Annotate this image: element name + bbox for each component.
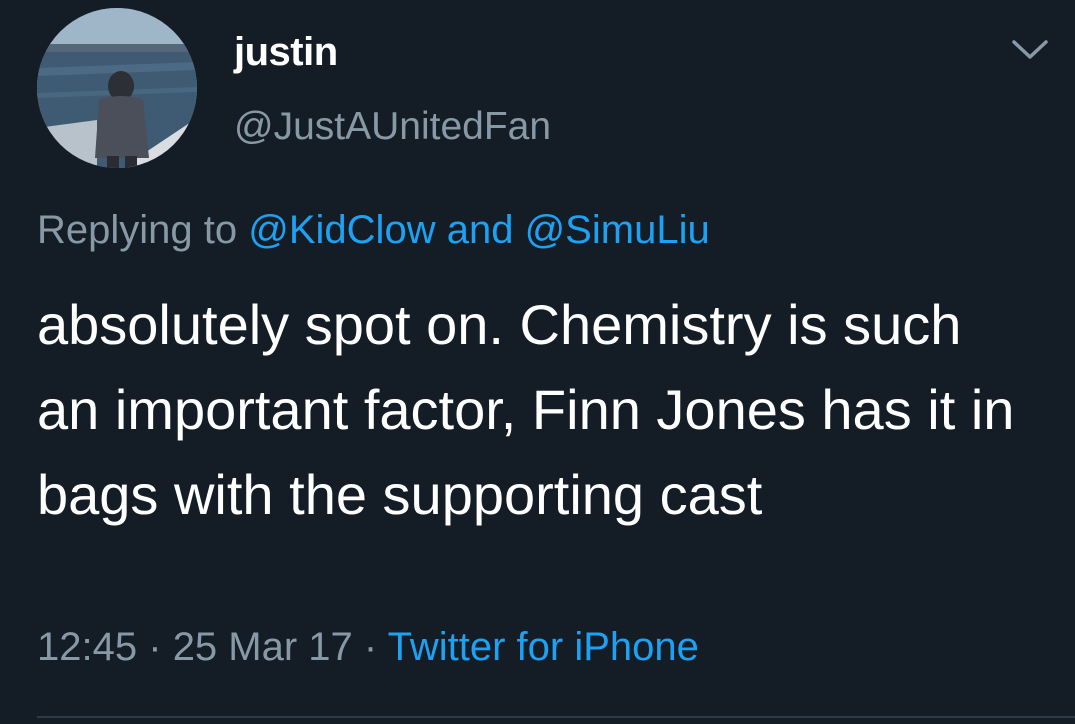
- mention-joiner[interactable]: and: [447, 208, 514, 252]
- user-handle[interactable]: @JustAUnitedFan: [234, 105, 551, 149]
- avatar-photo: [37, 8, 197, 168]
- tweet-meta: 12:45 · 25 Mar 17 · Twitter for iPhone: [37, 625, 699, 670]
- divider: [37, 716, 1075, 718]
- tweet-date[interactable]: 25 Mar 17: [173, 625, 353, 669]
- mention-kidclow[interactable]: @KidClow: [248, 208, 435, 252]
- replying-to-label: Replying to: [37, 208, 238, 252]
- chevron-down-icon[interactable]: [1011, 38, 1049, 62]
- replying-to-line: Replying to @KidClow and @SimuLiu: [37, 208, 710, 253]
- display-name[interactable]: justin: [234, 30, 338, 75]
- meta-separator: ·: [363, 625, 378, 669]
- avatar[interactable]: [37, 8, 197, 168]
- mention-simuliu[interactable]: @SimuLiu: [525, 208, 710, 252]
- tweet-source[interactable]: Twitter for iPhone: [388, 625, 699, 669]
- tweet-text: absolutely spot on. Chemistry is such an…: [37, 293, 1015, 526]
- meta-separator: ·: [148, 625, 162, 669]
- tweet-time[interactable]: 12:45: [37, 625, 137, 669]
